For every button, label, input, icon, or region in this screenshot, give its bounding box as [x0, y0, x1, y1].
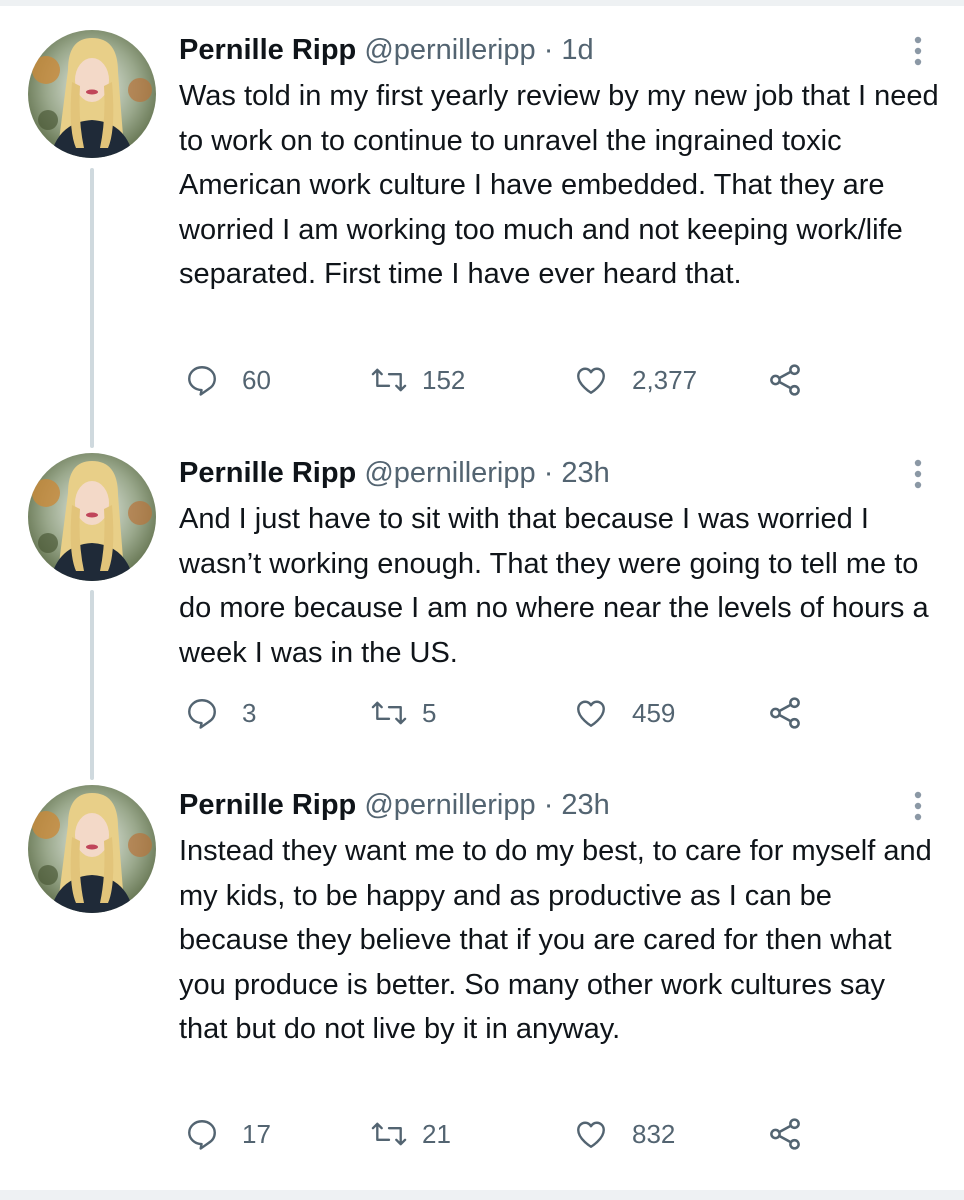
retweet-button[interactable]: 152 — [370, 360, 465, 400]
separator-dot: · — [543, 789, 554, 821]
share-button[interactable] — [766, 1114, 804, 1154]
retweet-icon — [371, 1122, 407, 1146]
reply-icon — [188, 366, 216, 396]
reply-button[interactable]: 17 — [184, 1114, 271, 1154]
retweet-count: 21 — [422, 1118, 451, 1149]
like-button[interactable]: 2,377 — [572, 360, 697, 400]
tweet-header: Pernille Ripp @pernilleripp · 23h — [179, 785, 610, 825]
reply-icon — [188, 699, 216, 729]
like-button[interactable]: 459 — [572, 693, 675, 733]
share-button[interactable] — [766, 693, 804, 733]
tweet-text: Was told in my first yearly review by my… — [179, 80, 939, 290]
heart-icon — [577, 367, 605, 394]
avatar[interactable] — [28, 785, 156, 913]
tweet-actions: 3 5 459 — [180, 693, 880, 733]
separator-dot: · — [543, 457, 554, 489]
timestamp[interactable]: 1d — [561, 34, 593, 66]
more-vertical-icon[interactable] — [906, 34, 930, 70]
tweet-header: Pernille Ripp @pernilleripp · 1d — [179, 30, 594, 70]
more-vertical-icon[interactable] — [906, 789, 930, 825]
retweet-count: 5 — [422, 697, 437, 728]
share-button[interactable] — [766, 360, 804, 400]
user-handle[interactable]: @pernilleripp — [364, 457, 535, 489]
retweet-icon — [371, 368, 407, 392]
reply-count: 3 — [242, 697, 257, 728]
like-count: 2,377 — [632, 364, 698, 395]
share-icon — [770, 697, 800, 729]
retweet-button[interactable]: 21 — [370, 1114, 451, 1154]
avatar[interactable] — [28, 30, 156, 158]
tweet-actions: 17 21 832 — [180, 1114, 880, 1154]
reply-count: 17 — [242, 1118, 271, 1149]
like-button[interactable]: 832 — [572, 1114, 675, 1154]
thread-connector — [90, 168, 94, 448]
share-icon — [770, 1118, 800, 1150]
tweet-text: And I just have to sit with that because… — [179, 503, 929, 669]
display-name[interactable]: Pernille Ripp — [179, 789, 356, 821]
top-divider — [0, 0, 964, 6]
like-count: 832 — [632, 1118, 676, 1149]
bottom-divider — [0, 1190, 964, 1200]
user-handle[interactable]: @pernilleripp — [364, 789, 535, 821]
retweet-icon — [371, 701, 407, 725]
heart-icon — [577, 1121, 605, 1148]
timestamp[interactable]: 23h — [561, 789, 609, 821]
retweet-button[interactable]: 5 — [370, 693, 436, 733]
tweet-header: Pernille Ripp @pernilleripp · 23h — [179, 453, 610, 493]
tweet-actions: 60 152 2,377 — [180, 360, 880, 400]
more-vertical-icon[interactable] — [906, 457, 930, 493]
tweet-text: Instead they want me to do my best, to c… — [179, 835, 932, 1045]
display-name[interactable]: Pernille Ripp — [179, 34, 356, 66]
share-icon — [770, 364, 800, 396]
reply-count: 60 — [242, 364, 271, 395]
timestamp[interactable]: 23h — [561, 457, 609, 489]
reply-button[interactable]: 3 — [184, 693, 256, 733]
reply-icon — [188, 1120, 216, 1150]
thread-connector — [90, 590, 94, 780]
separator-dot: · — [543, 34, 554, 66]
retweet-count: 152 — [422, 364, 466, 395]
avatar[interactable] — [28, 453, 156, 581]
like-count: 459 — [632, 697, 676, 728]
heart-icon — [577, 700, 605, 727]
reply-button[interactable]: 60 — [184, 360, 271, 400]
user-handle[interactable]: @pernilleripp — [364, 34, 535, 66]
display-name[interactable]: Pernille Ripp — [179, 457, 356, 489]
